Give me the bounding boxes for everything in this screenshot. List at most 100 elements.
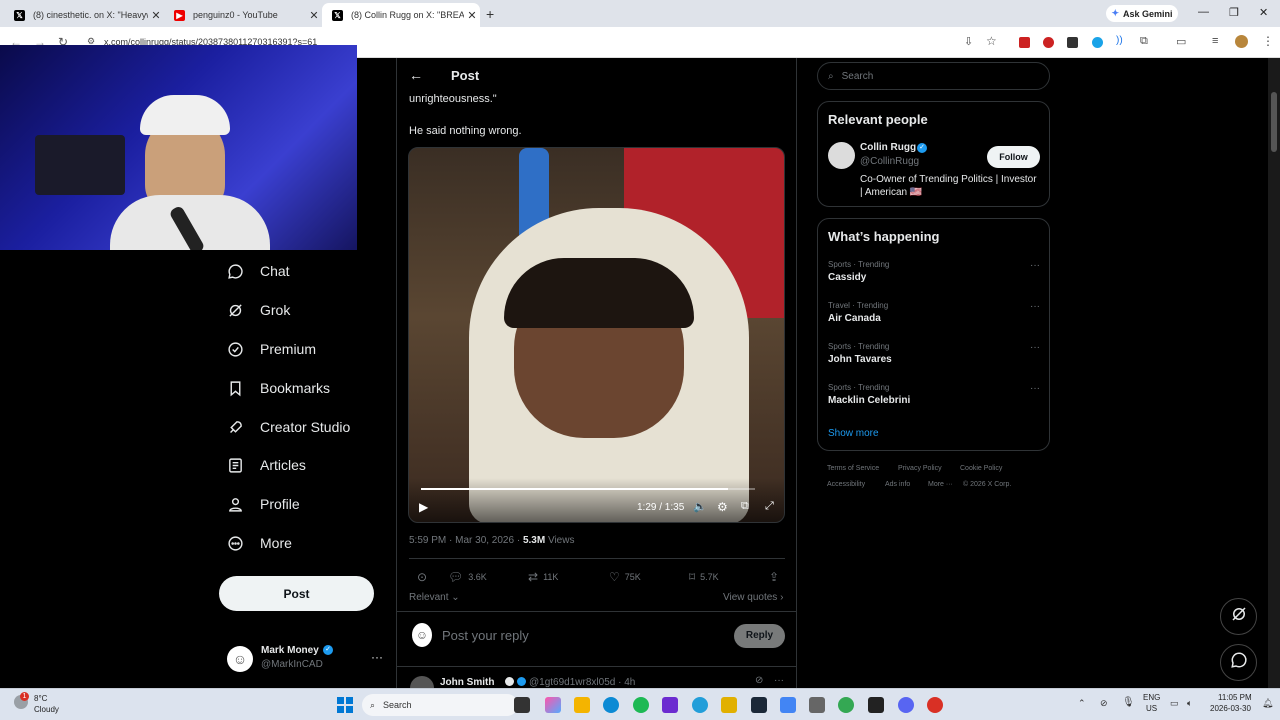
follow-button[interactable]: Follow bbox=[987, 146, 1040, 168]
nav-item-grok[interactable]: Grok bbox=[226, 299, 290, 321]
extension-3-icon[interactable] bbox=[1067, 37, 1078, 48]
reply-button[interactable]: 💬︎ 3.6K bbox=[448, 570, 487, 584]
scrollbar-thumb[interactable] bbox=[1271, 92, 1277, 152]
fullscreen-icon[interactable]: ⤢ bbox=[765, 500, 774, 513]
media-controls-icon[interactable]: ≡ bbox=[1212, 35, 1218, 47]
app-icon[interactable] bbox=[927, 697, 943, 713]
trend-item[interactable]: Travel · Trending Air Canada ··· bbox=[828, 301, 1040, 324]
extension-1-icon[interactable] bbox=[1019, 37, 1030, 48]
windows-start-icon[interactable] bbox=[337, 697, 353, 713]
minimize-icon[interactable]: — bbox=[1198, 6, 1209, 18]
trend-item[interactable]: Sports · Trending John Tavares ··· bbox=[828, 342, 1040, 365]
repost-button[interactable]: ⇄ 11K bbox=[528, 570, 558, 584]
restore-icon[interactable]: ❐ bbox=[1229, 6, 1239, 19]
display-icon[interactable]: ▭ bbox=[1170, 698, 1179, 709]
trend-more-icon[interactable]: ··· bbox=[1030, 260, 1040, 271]
trend-more-icon[interactable]: ··· bbox=[1030, 301, 1040, 312]
reading-mode-icon[interactable]: ▭ bbox=[1176, 35, 1186, 48]
share-button[interactable]: ⇪ bbox=[769, 570, 779, 584]
footer-privacy-link[interactable]: Privacy Policy bbox=[898, 465, 942, 472]
reply-author-name[interactable]: John Smith bbox=[440, 677, 494, 688]
task-view-icon[interactable] bbox=[514, 697, 530, 713]
close-window-icon[interactable]: ✕ bbox=[1259, 6, 1268, 19]
nav-item-profile[interactable]: Profile bbox=[226, 493, 300, 515]
search-input[interactable]: Search bbox=[842, 71, 874, 82]
post-button[interactable]: Post bbox=[219, 576, 374, 611]
install-app-icon[interactable]: ⇩ bbox=[964, 35, 973, 48]
close-tab-icon[interactable]: ✕ bbox=[464, 9, 480, 22]
telegram-icon[interactable] bbox=[692, 697, 708, 713]
grok-icon[interactable]: ⊘ bbox=[755, 675, 763, 686]
nav-item-more[interactable]: More bbox=[226, 532, 292, 554]
footer-accessibility-link[interactable]: Accessibility bbox=[827, 481, 865, 488]
network-icon[interactable]: ⊘ bbox=[1100, 698, 1108, 709]
footer-more-link[interactable]: More ··· bbox=[928, 481, 953, 488]
volume-icon[interactable]: 🔈︎ bbox=[1187, 698, 1192, 709]
taskbar-search[interactable]: ⌕ Search bbox=[362, 694, 518, 716]
video-progress-track[interactable] bbox=[421, 488, 755, 490]
ask-gemini-button[interactable]: ✦ Ask Gemini bbox=[1106, 5, 1178, 22]
show-more-link[interactable]: Show more bbox=[828, 428, 879, 439]
reply-more-icon[interactable]: ··· bbox=[774, 675, 784, 686]
discord-icon[interactable] bbox=[898, 697, 914, 713]
account-switcher[interactable]: ☺ Mark Money ✓ @MarkInCAD ··· bbox=[227, 644, 397, 678]
browser-menu-icon[interactable]: ⋮ bbox=[1262, 34, 1274, 48]
browser-tab-3-active[interactable]: 𝕏 (8) Collin Rugg on X: "BREAKIN ✕ bbox=[322, 3, 480, 27]
new-tab-button[interactable]: + bbox=[486, 6, 494, 22]
page-scrollbar[interactable] bbox=[1268, 58, 1280, 688]
edge-icon[interactable] bbox=[603, 697, 619, 713]
post-timestamp[interactable]: 5:59 PM · Mar 30, 2026 · bbox=[409, 535, 523, 546]
person-name[interactable]: Collin Rugg bbox=[860, 142, 916, 153]
nav-item-creator-studio[interactable]: Creator Studio bbox=[226, 416, 350, 438]
nav-item-articles[interactable]: Articles bbox=[226, 454, 306, 476]
chrome-icon[interactable] bbox=[838, 697, 854, 713]
app-icon[interactable] bbox=[780, 697, 796, 713]
video-player[interactable]: ▶ 1:29 / 1:35 🔈 ⚙ ⧉ ⤢ bbox=[408, 147, 785, 523]
copilot-icon[interactable] bbox=[545, 697, 561, 713]
sort-dropdown[interactable]: Relevant ⌄ bbox=[409, 592, 460, 603]
extension-2-icon[interactable] bbox=[1043, 37, 1054, 48]
file-explorer-icon[interactable] bbox=[574, 697, 590, 713]
language-indicator[interactable]: ENG bbox=[1143, 693, 1160, 702]
settings-gear-icon[interactable] bbox=[809, 697, 825, 713]
footer-ads-link[interactable]: Ads info bbox=[885, 481, 910, 488]
reply-author-avatar[interactable] bbox=[410, 676, 434, 688]
clock-time[interactable]: 11:05 PM bbox=[1218, 693, 1252, 702]
view-video-button[interactable]: ⊙ bbox=[417, 570, 427, 584]
trend-more-icon[interactable]: ··· bbox=[1030, 383, 1040, 394]
extension-4-icon[interactable] bbox=[1092, 37, 1103, 48]
app-icon[interactable] bbox=[721, 697, 737, 713]
tray-chevron-up-icon[interactable]: ⌃ bbox=[1078, 698, 1086, 709]
pip-icon[interactable]: ⧉ bbox=[741, 500, 749, 513]
reply-input[interactable]: Post your reply bbox=[442, 628, 529, 643]
footer-cookie-link[interactable]: Cookie Policy bbox=[960, 465, 1002, 472]
app-icon[interactable] bbox=[868, 697, 884, 713]
search-box[interactable]: ⌕ Search bbox=[817, 62, 1050, 90]
settings-gear-icon[interactable]: ⚙ bbox=[717, 500, 728, 514]
browser-tab-2[interactable]: ▶ penguinz0 - YouTube ✕ bbox=[164, 3, 322, 27]
close-tab-icon[interactable]: ✕ bbox=[148, 9, 164, 22]
microphone-icon[interactable]: 🎙︎ bbox=[1122, 697, 1135, 708]
nav-item-chat[interactable]: Chat bbox=[226, 260, 290, 282]
messages-fab[interactable] bbox=[1220, 644, 1257, 681]
reply-submit-button[interactable]: Reply bbox=[734, 624, 785, 648]
grok-fab[interactable] bbox=[1220, 598, 1257, 635]
nav-item-bookmarks[interactable]: Bookmarks bbox=[226, 377, 330, 399]
volume-icon[interactable]: 🔈 bbox=[693, 500, 707, 513]
spotify-icon[interactable] bbox=[633, 697, 649, 713]
notifications-icon[interactable]: 🔔︎ bbox=[1262, 698, 1273, 709]
play-icon[interactable]: ▶ bbox=[419, 500, 428, 514]
nav-item-premium[interactable]: Premium bbox=[226, 338, 316, 360]
collin-rugg-avatar[interactable] bbox=[828, 142, 855, 169]
weather-temp[interactable]: 8°C bbox=[34, 694, 47, 703]
bookmark-star-icon[interactable]: ☆ bbox=[986, 34, 997, 48]
view-quotes-link[interactable]: View quotes › bbox=[723, 592, 783, 603]
bookmark-button[interactable]: ⌑ 5.7K bbox=[689, 570, 719, 584]
extensions-puzzle-icon[interactable]: ⧉ bbox=[1140, 35, 1148, 48]
browser-tab-1[interactable]: 𝕏 (8) cinesthetic. on X: "Heavywei ✕ bbox=[4, 3, 164, 27]
profile-avatar[interactable] bbox=[1235, 35, 1248, 48]
close-tab-icon[interactable]: ✕ bbox=[306, 9, 322, 22]
account-more-icon[interactable]: ··· bbox=[371, 650, 383, 664]
footer-terms-link[interactable]: Terms of Service bbox=[827, 465, 879, 472]
trend-more-icon[interactable]: ··· bbox=[1030, 342, 1040, 353]
